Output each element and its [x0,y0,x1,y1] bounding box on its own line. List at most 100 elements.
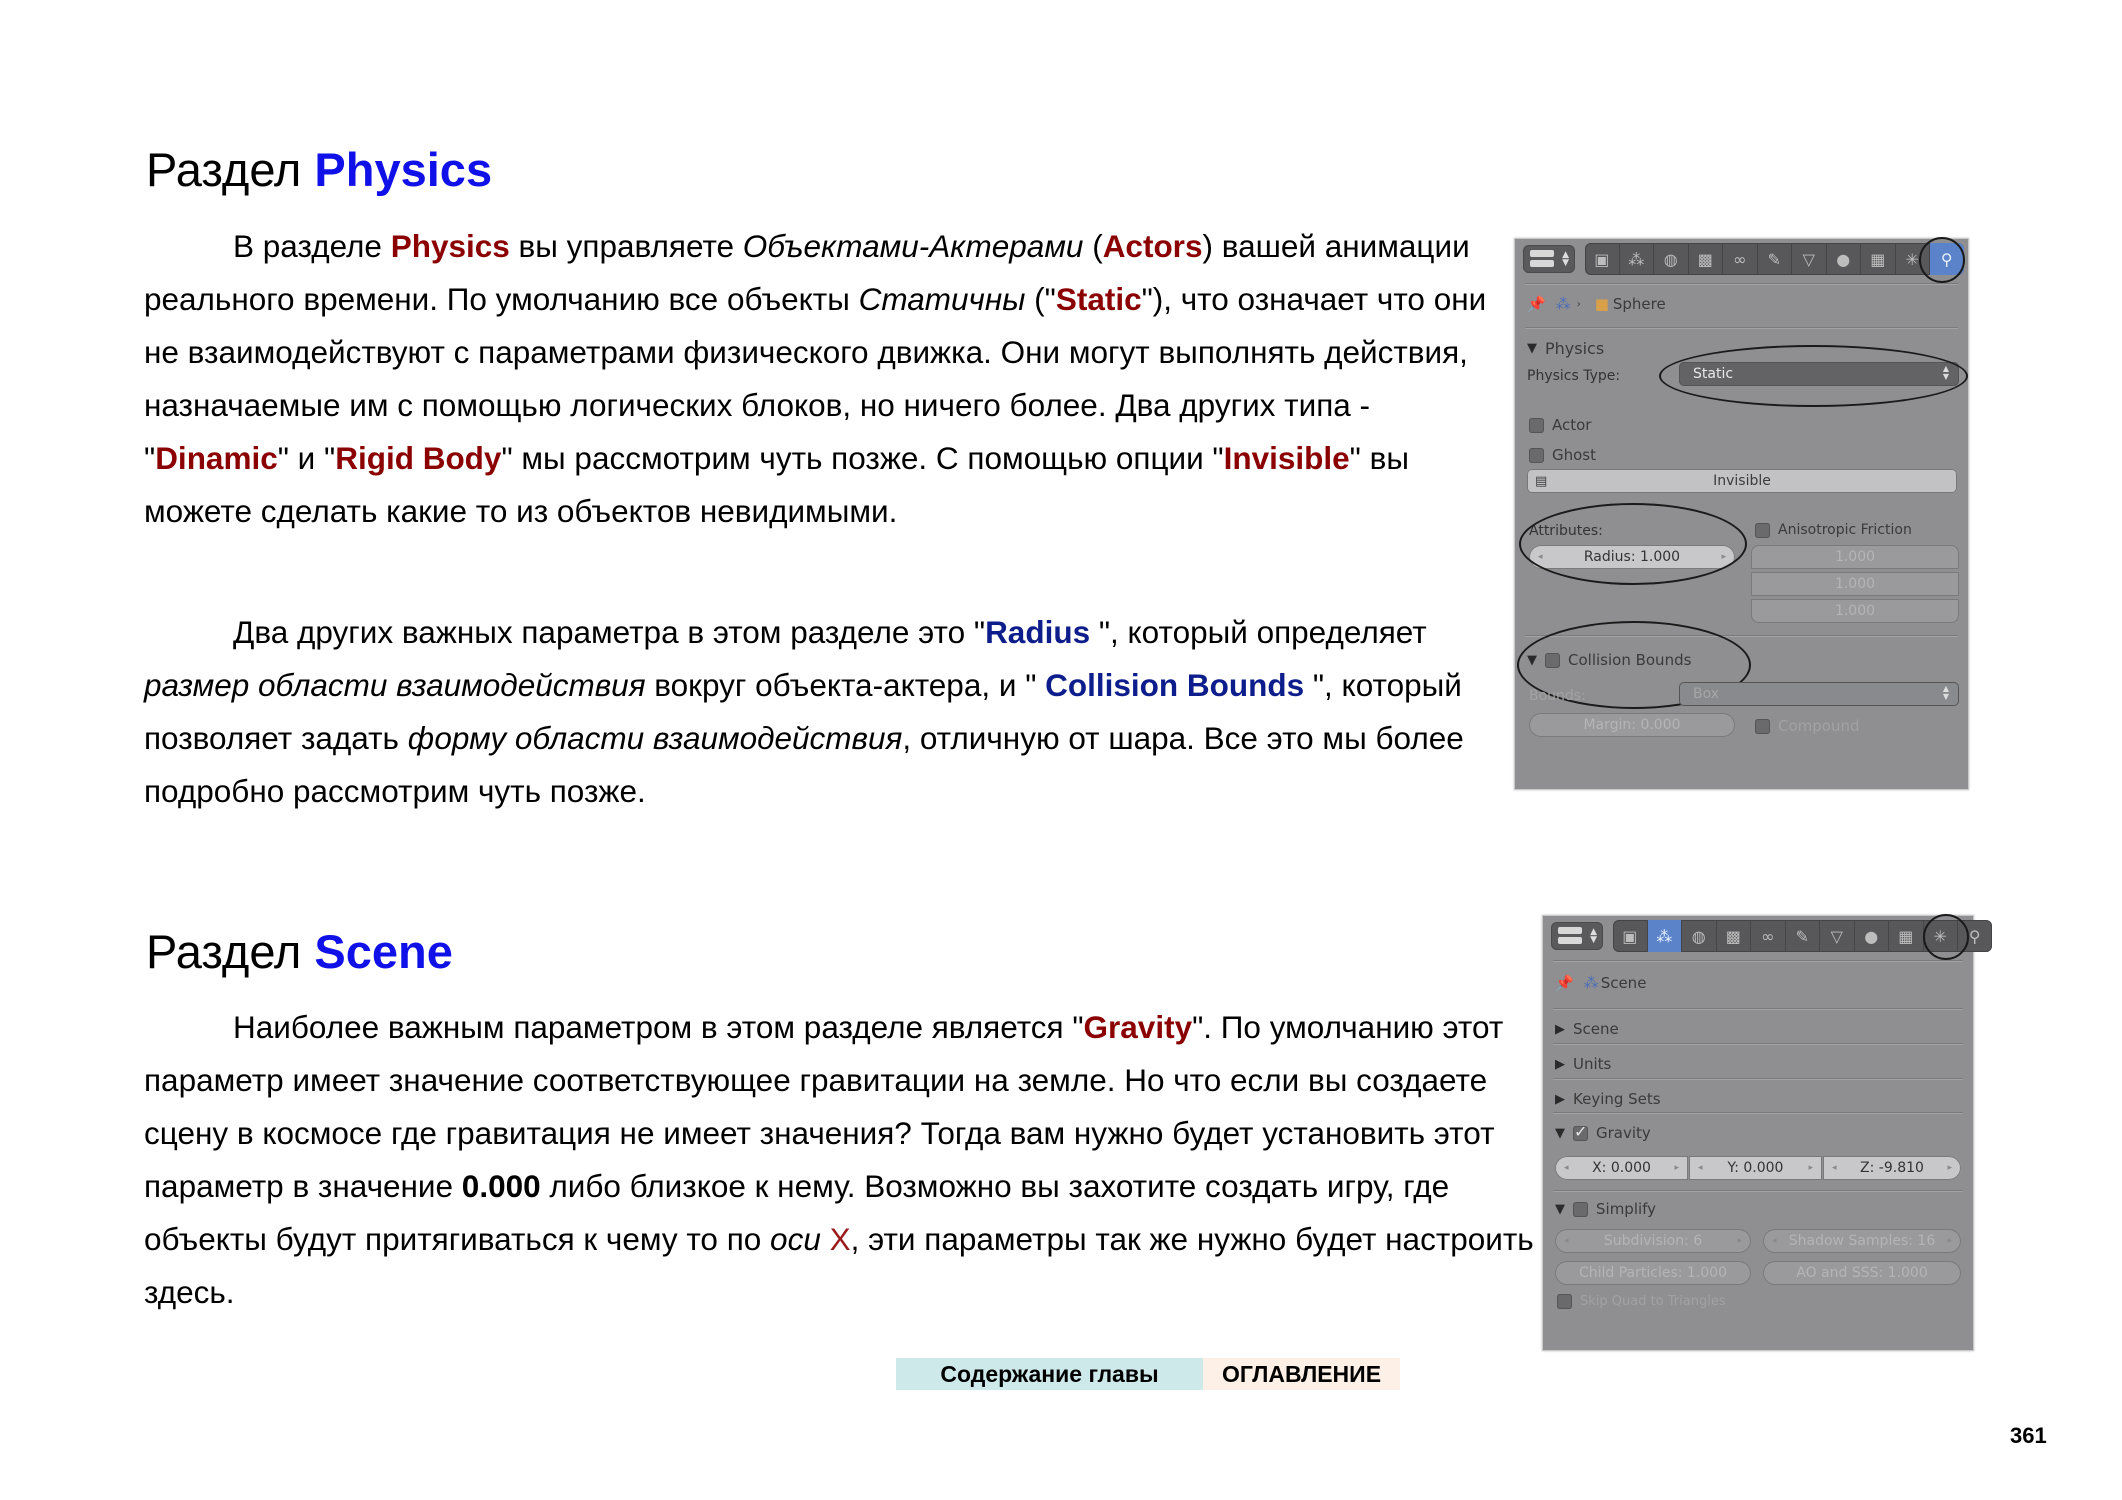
expand-triangle-icon: ▶ [1555,1021,1565,1037]
texture-tab[interactable]: ▦ [1861,243,1896,275]
value-zero: 0.000 [461,1168,541,1204]
scene-icon: ⁂ [1583,974,1599,992]
physics-properties-panel: ▲ ▼ ▣ ⁂ ◍ ▩ ∞ ✎ ▽ ● ▦ ✳ ⚲ 📌 ⁂ › ■ Sphere ▼ Physics … [1514,237,1969,790]
actor-checkbox[interactable]: Actor [1529,416,1591,434]
keyword-static: Static [1055,281,1142,317]
page-number: 361 [2010,1423,2047,1448]
expand-triangle-icon: ▶ [1555,1091,1565,1107]
properties-tab-bar: ▲ ▼ ▣ ⁂ ◍ ▩ ∞ ✎ ▽ ● ▦ ✳ ⚲ [1551,920,1992,952]
editor-type-selector[interactable]: ▲ ▼ [1551,922,1603,950]
invisible-toggle[interactable]: ▤ Invisible [1527,469,1957,493]
keyword-gravity: Gravity [1083,1009,1193,1045]
material-tab[interactable]: ● [1827,243,1861,275]
physics-tab[interactable]: ⚲ [1930,243,1964,275]
world-tab[interactable]: ◍ [1682,920,1717,952]
simplify-header[interactable]: ▼ Simplify [1555,1200,1656,1218]
pin-icon[interactable]: 📌 [1555,974,1574,992]
gravity-z-field[interactable]: ◂ Z: -9.810 ▸ [1823,1156,1961,1180]
ao-sss-field[interactable]: AO and SSS: 1.000 [1763,1261,1961,1285]
divider [1553,960,1963,962]
simplify-checkbox[interactable] [1573,1201,1588,1217]
compound-checkbox[interactable]: Compound [1755,717,1860,735]
object-tab[interactable]: ▩ [1717,920,1751,952]
table-of-contents-button[interactable]: ОГЛАВЛЕНИЕ [1203,1358,1400,1390]
aniso-x-field[interactable]: 1.000 [1751,545,1959,569]
data-tab[interactable]: ▽ [1820,920,1855,952]
keyword-rigid-body: Rigid Body [335,440,502,476]
invisible-icon: ▤ [1535,473,1548,489]
world-icon: ◍ [1691,926,1706,946]
decrement-arrow-icon: ◂ [1538,552,1543,562]
collapse-triangle-icon: ▼ [1555,1201,1565,1217]
texture-tab[interactable]: ▦ [1889,920,1924,952]
anisotropic-friction-checkbox[interactable]: Anisotropic Friction [1755,522,1912,538]
aniso-y-field[interactable]: 1.000 [1751,572,1959,596]
scene-tab[interactable]: ⁂ [1620,243,1654,275]
properties-tab-bar: ▲ ▼ ▣ ⁂ ◍ ▩ ∞ ✎ ▽ ● ▦ ✳ ⚲ [1523,243,1964,275]
world-icon: ◍ [1663,249,1678,269]
object-tab[interactable]: ▩ [1689,243,1723,275]
collapse-triangle-icon: ▼ [1555,1125,1565,1141]
collision-bounds-header[interactable]: ▼ Collision Bounds [1527,651,1691,669]
scene-icon: ⁂ [1628,249,1645,269]
chevron-right-icon: › [1576,298,1581,310]
divider [1525,635,1958,637]
particles-tab[interactable]: ✳ [1896,243,1930,275]
gravity-checkbox[interactable] [1573,1122,1588,1141]
gravity-y-field[interactable]: ◂ Y: 0.000 ▸ [1689,1156,1822,1180]
data-tab[interactable]: ▽ [1792,243,1827,275]
collision-bounds-checkbox[interactable] [1545,652,1560,668]
scene-tab[interactable]: ⁂ [1647,920,1682,952]
texture-icon: ▦ [1898,926,1914,946]
render-tab[interactable]: ▣ [1585,243,1620,275]
title-prefix: Раздел [146,143,302,196]
axis-x: X [829,1221,851,1257]
gravity-header[interactable]: ▼ Gravity [1555,1122,1651,1143]
collapse-triangle-icon: ▼ [1527,341,1537,356]
chapter-contents-button[interactable]: Содержание главы [896,1358,1203,1390]
section-keying-sets[interactable]: ▶ Keying Sets [1555,1090,1661,1108]
render-icon: ▣ [1594,249,1610,269]
aniso-z-field[interactable]: 1.000 [1751,599,1959,623]
editor-type-selector[interactable]: ▲ ▼ [1523,245,1575,273]
gravity-x-field[interactable]: ◂ X: 0.000 ▸ [1555,1156,1688,1180]
particles-icon: ✳ [1905,249,1919,269]
skip-quad-checkbox[interactable]: Skip Quad to Triangles [1557,1294,1726,1309]
updown-arrow-icon: ▲ ▼ [1942,364,1949,381]
radius-field[interactable]: ◂ Radius: 1.000 ▸ [1529,545,1735,569]
world-tab[interactable]: ◍ [1654,243,1689,275]
physics-tab[interactable]: ⚲ [1958,920,1992,952]
ghost-checkbox[interactable]: Ghost [1529,446,1596,464]
object-cube-icon: ■ [1594,295,1609,313]
scene-properties-panel: ▲ ▼ ▣ ⁂ ◍ ▩ ∞ ✎ ▽ ● ▦ ✳ ⚲ 📌 ⁂ Scene ▶ Scene ▶ Units ▶… [1542,914,1992,1351]
modifiers-tab[interactable]: ✎ [1786,920,1820,952]
properties-tabs: ▣ ⁂ ◍ ▩ ∞ ✎ ▽ ● ▦ ✳ ⚲ [1613,920,1992,952]
render-icon: ▣ [1622,926,1638,946]
constraints-tab[interactable]: ∞ [1723,243,1758,275]
modifiers-tab[interactable]: ✎ [1758,243,1792,275]
physics-type-dropdown[interactable]: Static ▲ ▼ [1679,362,1959,386]
breadcrumb: 📌 ⁂ › ■ Sphere [1527,295,1666,313]
bounds-dropdown[interactable]: Box ▲ ▼ [1679,682,1959,706]
scene-icon: ⁂ [1555,295,1571,313]
modifiers-icon: ✎ [1795,926,1809,946]
keyword-actors: Actors [1102,228,1203,264]
bounds-label: Bounds: [1529,688,1586,704]
scene-paragraph-1: Наиболее важным параметром в этом раздел… [144,1009,1534,1310]
material-tab[interactable]: ● [1855,920,1889,952]
shadow-samples-field[interactable]: ◂ Shadow Samples: 16 ▸ [1763,1229,1961,1253]
child-particles-field[interactable]: Child Particles: 1.000 [1555,1261,1751,1285]
divider [1553,1008,1963,1010]
constraints-tab[interactable]: ∞ [1751,920,1786,952]
section-units[interactable]: ▶ Units [1555,1055,1611,1073]
data-icon: ▽ [1830,926,1843,946]
title-accent: Scene [314,925,453,978]
section-scene[interactable]: ▶ Scene [1555,1020,1619,1038]
particles-tab[interactable]: ✳ [1924,920,1958,952]
margin-field[interactable]: Margin: 0.000 [1529,713,1735,737]
title-accent: Physics [314,143,493,196]
physics-section-header[interactable]: ▼ Physics [1527,339,1604,358]
subdivision-field[interactable]: ◂ Subdivision: 6 ▸ [1555,1229,1751,1253]
render-tab[interactable]: ▣ [1613,920,1648,952]
pin-icon[interactable]: 📌 [1527,295,1546,313]
